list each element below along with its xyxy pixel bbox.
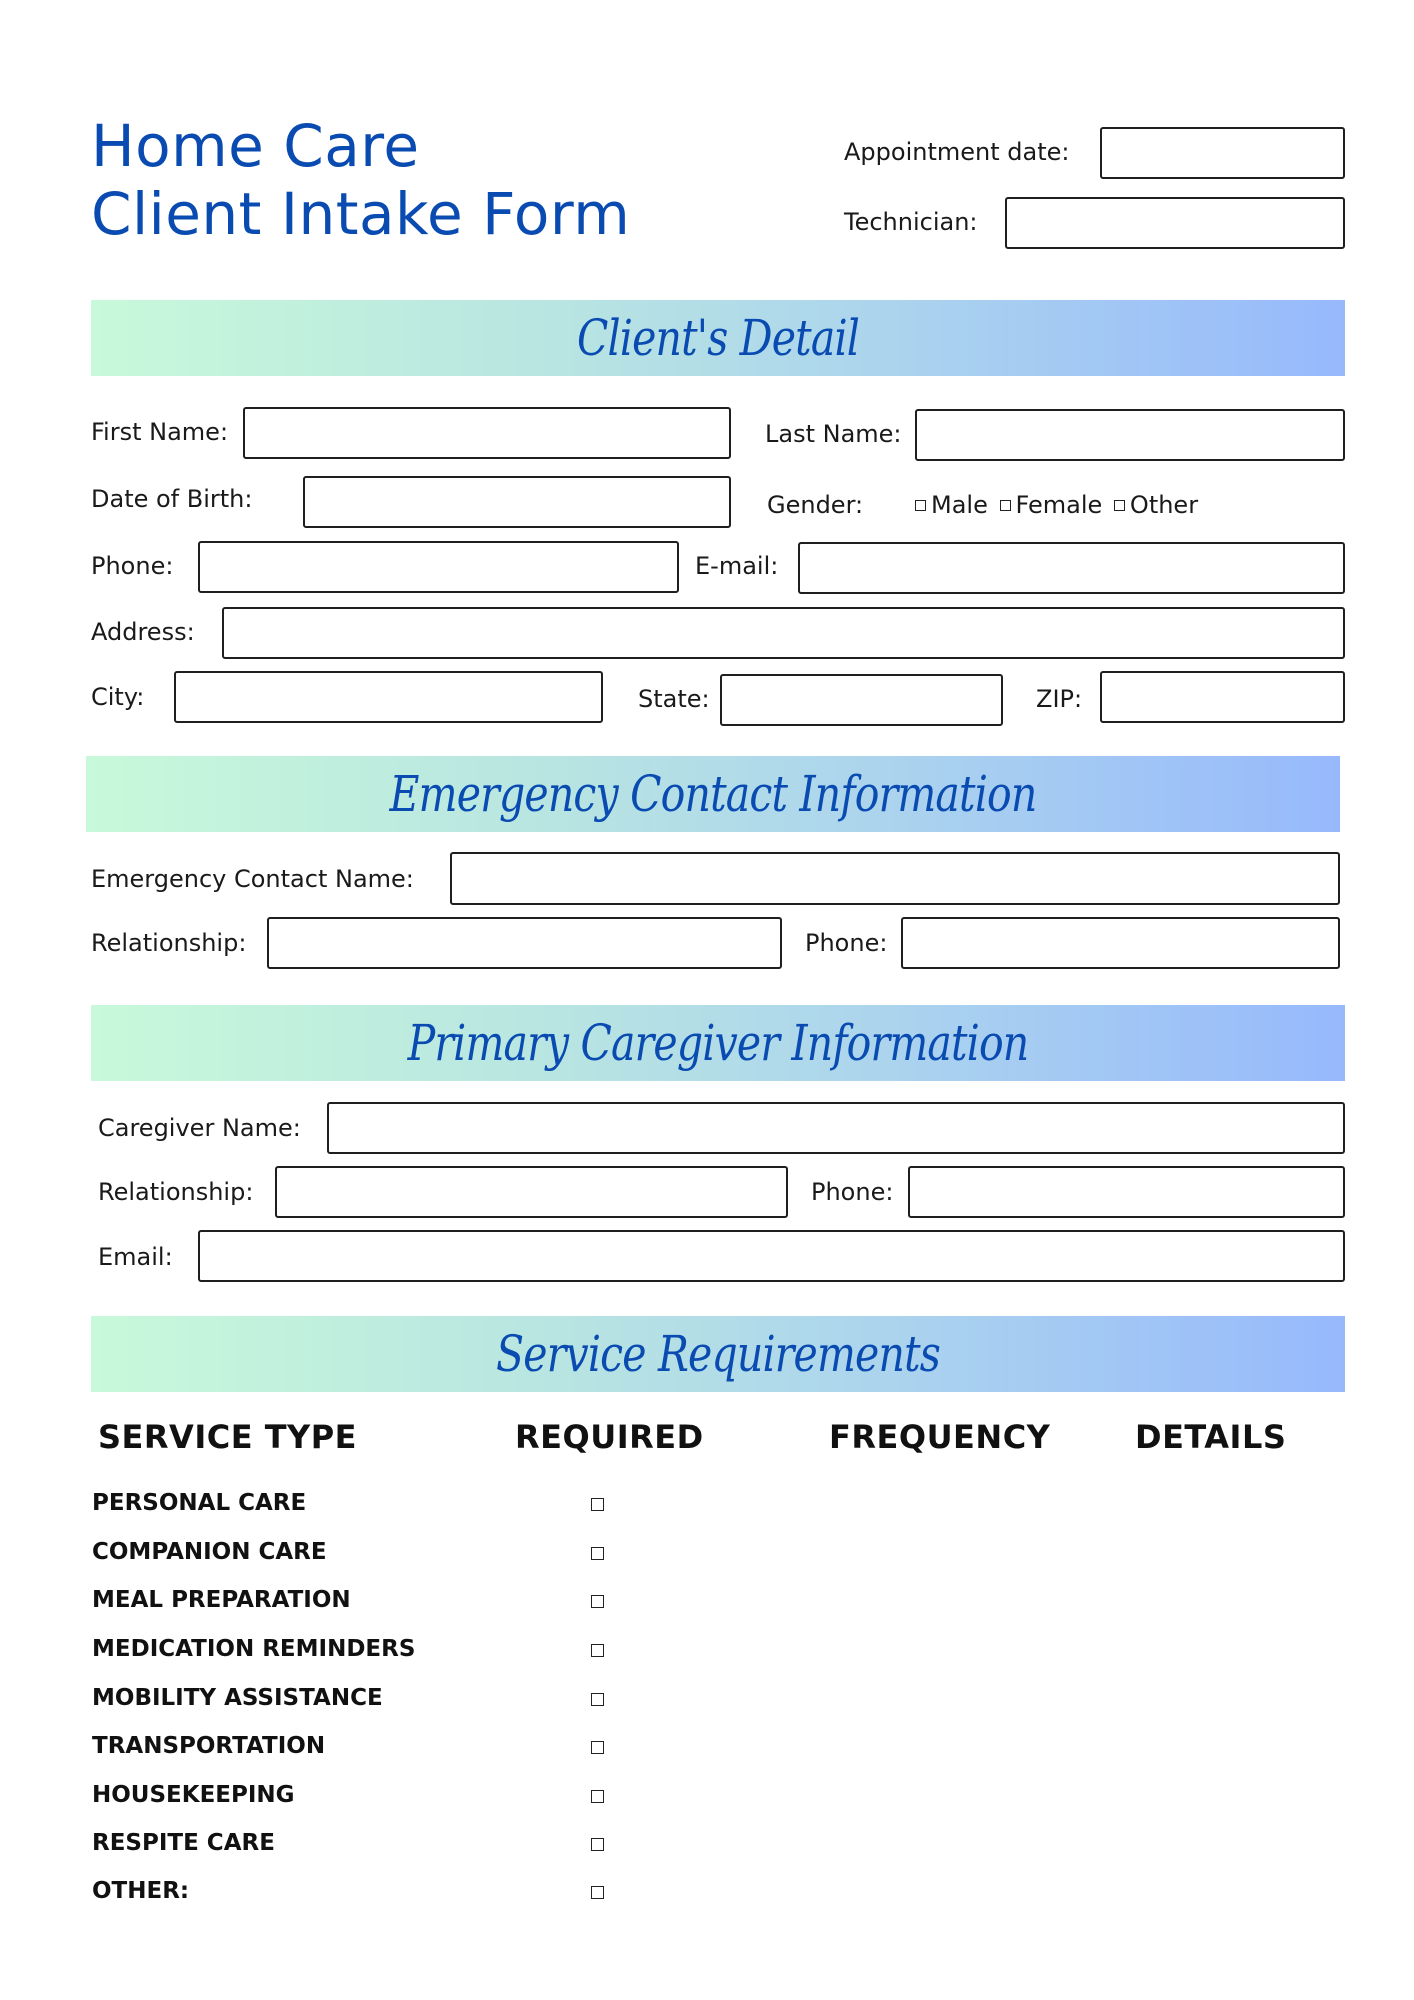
gender-option-label: Other: [1129, 491, 1199, 519]
required-checkbox[interactable]: [591, 1547, 604, 1560]
phone-label: Phone:: [91, 552, 174, 580]
primary-caregiver-heading: Primary Caregiver Information: [407, 1014, 1030, 1072]
technician-label: Technician:: [844, 208, 978, 236]
service-row: OTHER:: [92, 1875, 792, 1909]
required-checkbox[interactable]: [591, 1498, 604, 1511]
zip-label: ZIP:: [1036, 685, 1083, 713]
address-field[interactable]: [222, 607, 1345, 659]
service-row: MEDICATION REMINDERS: [92, 1633, 792, 1667]
service-row: TRANSPORTATION: [92, 1730, 792, 1764]
primary-caregiver-banner: Primary Caregiver Information: [91, 1005, 1345, 1081]
caregiver-relationship-label: Relationship:: [98, 1178, 254, 1206]
appointment-date-field[interactable]: [1100, 127, 1345, 179]
appointment-date-label: Appointment date:: [844, 138, 1070, 166]
checkbox-icon[interactable]: [999, 500, 1011, 511]
service-name: RESPITE CARE: [92, 1830, 275, 1856]
caregiver-name-field[interactable]: [327, 1102, 1345, 1154]
dob-label: Date of Birth:: [91, 485, 253, 513]
service-requirements-heading: Service Requirements: [496, 1325, 941, 1383]
city-label: City:: [91, 683, 145, 711]
client-details-heading: Client's Detail: [576, 309, 860, 367]
email-field[interactable]: [798, 542, 1345, 594]
service-name: PERSONAL CARE: [92, 1490, 307, 1516]
emergency-contact-heading: Emergency Contact Information: [389, 765, 1038, 823]
service-name: COMPANION CARE: [92, 1539, 327, 1565]
emergency-phone-label: Phone:: [805, 929, 888, 957]
dob-field[interactable]: [303, 476, 731, 528]
caregiver-email-field[interactable]: [198, 1230, 1345, 1282]
emergency-relationship-label: Relationship:: [91, 929, 247, 957]
service-row: RESPITE CARE: [92, 1827, 792, 1861]
service-name: MOBILITY ASSISTANCE: [92, 1685, 383, 1711]
email-label: E-mail:: [695, 552, 779, 580]
caregiver-phone-field[interactable]: [908, 1166, 1345, 1218]
title-line-2: Client Intake Form: [91, 180, 631, 248]
zip-field[interactable]: [1100, 671, 1345, 723]
service-name: TRANSPORTATION: [92, 1733, 326, 1759]
service-row: COMPANION CARE: [92, 1536, 792, 1570]
service-name: OTHER:: [92, 1878, 190, 1904]
required-checkbox[interactable]: [591, 1790, 604, 1803]
client-details-banner: Client's Detail: [91, 300, 1345, 376]
emergency-relationship-field[interactable]: [267, 917, 782, 969]
column-header-details: DETAILS: [1135, 1418, 1287, 1456]
required-checkbox[interactable]: [591, 1741, 604, 1754]
service-row: HOUSEKEEPING: [92, 1779, 792, 1813]
checkbox-icon[interactable]: [915, 500, 926, 511]
gender-option-male[interactable]: Male: [915, 490, 988, 520]
technician-field[interactable]: [1005, 197, 1345, 249]
caregiver-name-label: Caregiver Name:: [98, 1114, 301, 1142]
gender-label: Gender:: [767, 491, 864, 519]
emergency-contact-name-label: Emergency Contact Name:: [91, 865, 414, 893]
service-requirements-banner: Service Requirements: [91, 1316, 1345, 1392]
emergency-phone-field[interactable]: [901, 917, 1340, 969]
address-label: Address:: [91, 618, 195, 646]
caregiver-email-label: Email:: [98, 1243, 173, 1271]
title-line-1: Home Care: [91, 112, 420, 180]
caregiver-phone-label: Phone:: [811, 1178, 894, 1206]
gender-options: Male Female Other: [915, 490, 1202, 520]
service-row: MOBILITY ASSISTANCE: [92, 1682, 792, 1716]
phone-field[interactable]: [198, 541, 679, 593]
service-row: MEAL PREPARATION: [92, 1584, 792, 1618]
state-label: State:: [638, 685, 710, 713]
required-checkbox[interactable]: [591, 1886, 604, 1899]
last-name-field[interactable]: [915, 409, 1345, 461]
gender-option-label: Female: [1015, 491, 1103, 519]
gender-option-other[interactable]: Other: [1113, 490, 1199, 520]
first-name-label: First Name:: [91, 418, 229, 446]
form-title: Home Care Client Intake Form: [91, 112, 630, 248]
required-checkbox[interactable]: [591, 1693, 604, 1706]
service-name: MEAL PREPARATION: [92, 1587, 351, 1613]
emergency-contact-banner: Emergency Contact Information: [86, 756, 1340, 832]
required-checkbox[interactable]: [591, 1595, 604, 1608]
last-name-label: Last Name:: [765, 420, 902, 448]
city-field[interactable]: [174, 671, 603, 723]
service-name: HOUSEKEEPING: [92, 1782, 295, 1808]
emergency-contact-name-field[interactable]: [450, 852, 1340, 905]
column-header-required: REQUIRED: [515, 1418, 704, 1456]
required-checkbox[interactable]: [591, 1644, 604, 1657]
service-name: MEDICATION REMINDERS: [92, 1636, 416, 1662]
state-field[interactable]: [720, 674, 1003, 726]
gender-option-female[interactable]: Female: [999, 490, 1103, 520]
service-row: PERSONAL CARE: [92, 1487, 792, 1521]
first-name-field[interactable]: [243, 407, 731, 459]
checkbox-icon[interactable]: [1113, 500, 1125, 511]
column-header-service-type: SERVICE TYPE: [98, 1418, 358, 1456]
caregiver-relationship-field[interactable]: [275, 1166, 788, 1218]
gender-option-label: Male: [931, 491, 988, 519]
column-header-frequency: FREQUENCY: [829, 1418, 1051, 1456]
required-checkbox[interactable]: [591, 1838, 604, 1851]
